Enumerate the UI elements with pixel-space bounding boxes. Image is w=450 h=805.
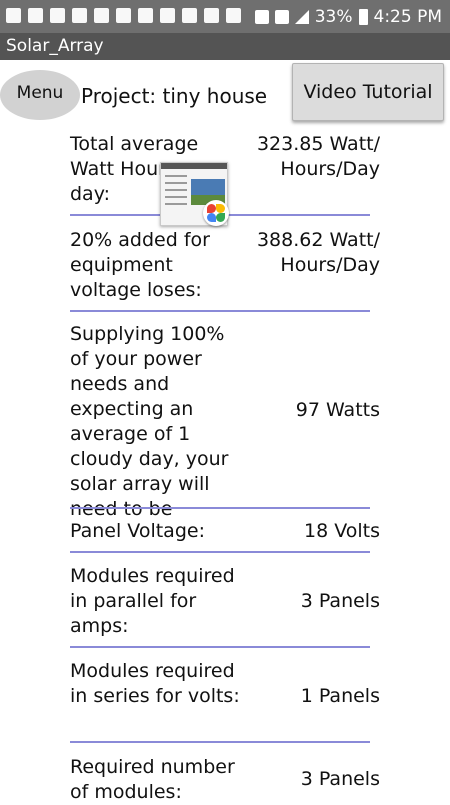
row-value: 323.85 Watt/Hours/Day — [256, 133, 380, 180]
thumbnail-header — [161, 163, 227, 169]
photos-pinwheel-icon[interactable] — [203, 200, 229, 226]
row-label: Required number of modules: — [70, 756, 235, 803]
money-icon — [160, 8, 175, 23]
pinwheel-petal — [207, 213, 216, 222]
email-icon — [138, 8, 153, 23]
video-tutorial-button[interactable]: Video Tutorial — [292, 63, 444, 121]
row-value: 97 Watts — [295, 399, 380, 421]
row-value: 3 Panels — [300, 590, 380, 612]
divider — [70, 310, 370, 312]
system-status: 33% 4:25 PM — [254, 0, 443, 33]
wifi-icon — [274, 9, 289, 24]
row-value: 1 Panels — [300, 685, 380, 707]
divider — [70, 741, 370, 743]
voicemail-icon — [182, 8, 197, 23]
app-title-bar: Solar_Array — [0, 33, 450, 60]
battery-percent: 33% — [314, 6, 353, 27]
notification-icon — [50, 8, 65, 23]
alarm-clock-icon — [254, 9, 269, 24]
mail-icon — [6, 8, 21, 23]
row-label: Supplying 100% of your power needs and e… — [70, 323, 229, 520]
notification-icons — [6, 8, 241, 25]
signal-icon — [294, 9, 309, 24]
row-value: 3 Panels — [300, 768, 380, 790]
youtube-icon — [72, 8, 87, 23]
battery-icon — [358, 8, 368, 25]
project-label: Project: tiny house — [81, 84, 268, 108]
photo-icon — [204, 8, 219, 23]
row-label: 20% added for equipment voltage loses: — [70, 229, 210, 301]
divider — [70, 646, 370, 648]
pinwheel-petal — [207, 204, 216, 213]
row-label: Modules required in series for volts: — [70, 660, 240, 707]
row-label: Modules required in parallel for amps: — [70, 565, 235, 637]
google-icon — [94, 8, 109, 23]
divider — [70, 507, 370, 509]
thumbnail-text — [165, 175, 187, 210]
menu-button[interactable]: Menu — [0, 70, 80, 120]
pinwheel-petal — [216, 204, 225, 213]
alarm-icon — [116, 8, 131, 23]
row-value: 18 Volts — [304, 520, 380, 542]
pinwheel-petal — [216, 213, 225, 222]
image-icon — [28, 8, 43, 23]
row-value: 388.62 Watt/Hours/Day — [256, 229, 380, 276]
app-title: Solar_Array — [6, 36, 104, 56]
row-label: Panel Voltage: — [70, 520, 205, 542]
status-bar: 33% 4:25 PM — [0, 0, 450, 33]
divider — [70, 551, 370, 553]
clock: 4:25 PM — [373, 6, 443, 27]
download-icon — [226, 8, 241, 23]
